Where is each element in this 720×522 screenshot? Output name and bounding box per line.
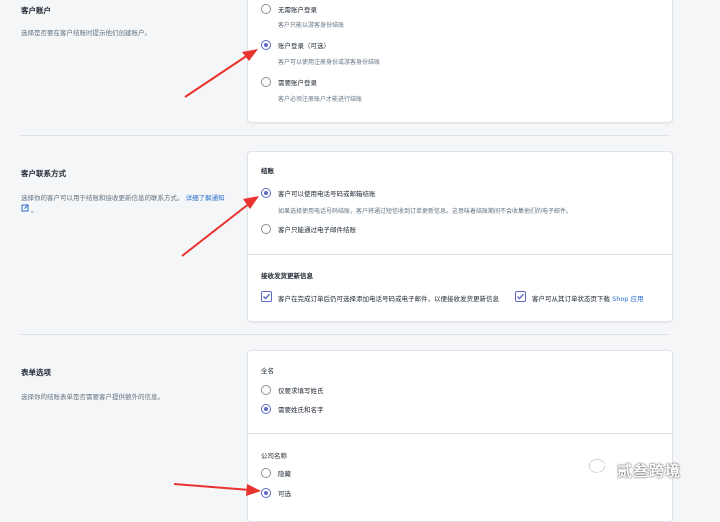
annotation-arrows [173,49,261,496]
watermark-text: 贰叁跨境 [617,461,682,480]
wechat-icon [588,458,612,482]
red-arrow-icon [173,483,261,496]
red-arrow-icon [184,49,258,98]
watermark: 贰叁跨境 [588,458,681,482]
red-arrow-icon [181,196,259,257]
